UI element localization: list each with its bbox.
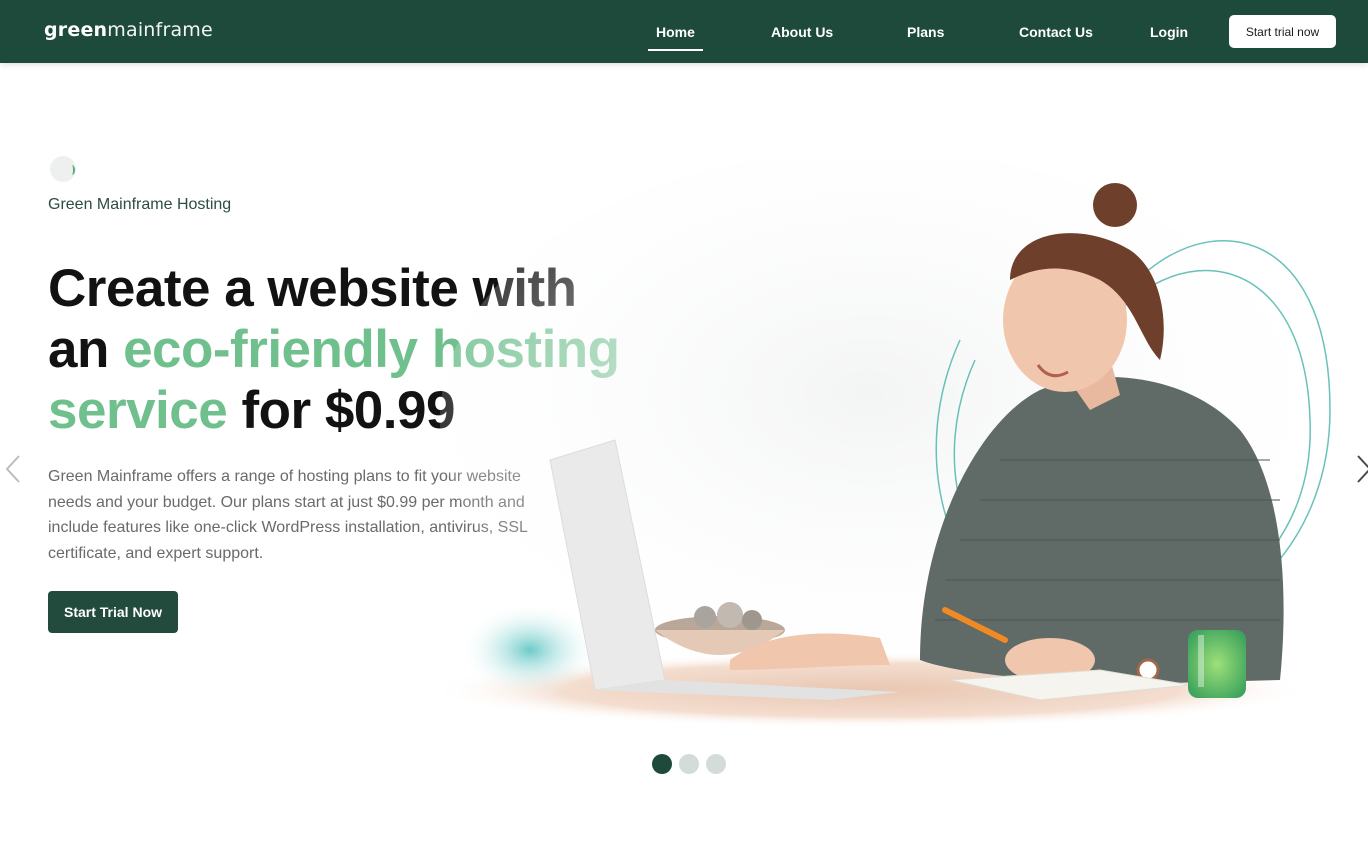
nav-plans[interactable]: Plans [907, 24, 944, 40]
headline-highlight-2: service [48, 381, 228, 440]
chevron-left-icon[interactable] [3, 452, 23, 486]
top-navigation-bar: greenmainframe Home About Us Plans Conta… [0, 0, 1368, 63]
start-trial-hero-button[interactable]: Start Trial Now [48, 591, 178, 633]
hero-eyebrow: Green Mainframe Hosting [48, 196, 232, 213]
nav-contact-us[interactable]: Contact Us [1019, 24, 1093, 40]
logo-text-light: mainframe [107, 19, 213, 41]
site-logo[interactable]: greenmainframe [44, 19, 213, 41]
nav-about-us[interactable]: About Us [771, 24, 833, 40]
nav-login[interactable]: Login [1150, 24, 1188, 40]
carousel-dot-2[interactable] [679, 754, 699, 774]
loading-spinner-icon [50, 156, 76, 182]
nav-home[interactable]: Home [648, 24, 703, 51]
carousel-dot-1[interactable] [652, 754, 672, 774]
headline-line-2-start: an [48, 320, 124, 379]
chevron-right-icon[interactable] [1354, 452, 1368, 486]
logo-text-bold: green [44, 19, 108, 41]
hero-image [430, 160, 1331, 728]
carousel-pagination [652, 754, 726, 774]
carousel-dot-3[interactable] [706, 754, 726, 774]
start-trial-header-button[interactable]: Start trial now [1229, 15, 1336, 48]
